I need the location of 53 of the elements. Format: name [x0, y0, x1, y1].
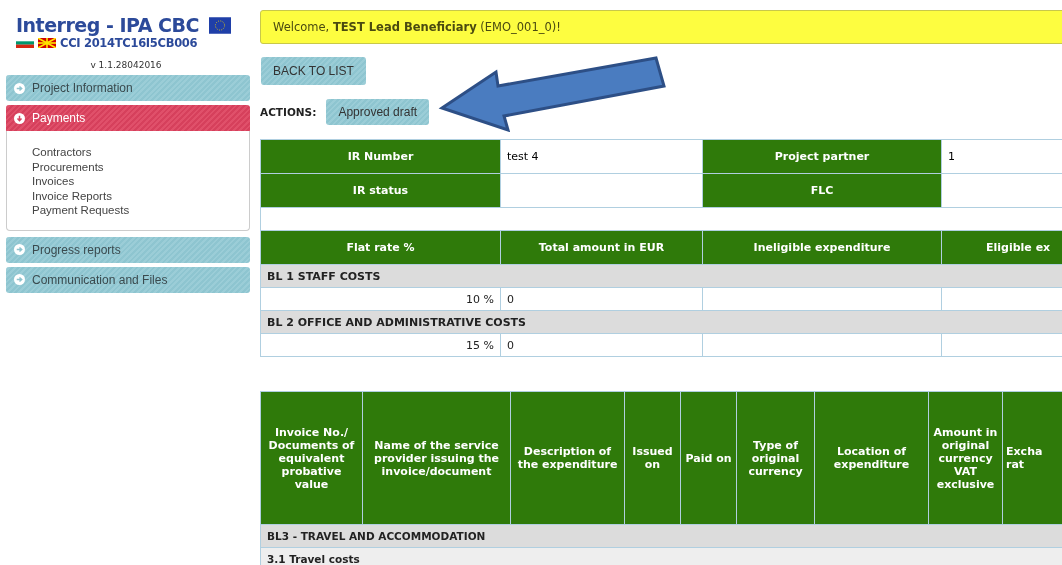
column-header: Paid on — [680, 391, 737, 525]
submenu-link[interactable]: Procurements — [32, 159, 249, 174]
sidebar-item-label: Progress reports — [32, 242, 121, 257]
version-label: v 1.1.28042016 — [89, 60, 163, 70]
bulgaria-flag-icon — [16, 38, 34, 48]
table-header: FLC — [702, 173, 942, 208]
eu-flag-icon — [208, 16, 231, 34]
table-header: IR Number — [260, 139, 501, 174]
column-header: Description of the expenditure — [510, 391, 625, 525]
column-header: Flat rate % — [260, 230, 501, 265]
logo-title: Interreg - IPA CBC — [16, 14, 199, 36]
section-row: BL3 - TRAVEL AND ACCOMMODATION — [260, 524, 1062, 548]
programme-code: CCI 2014TC16I5CB006 — [60, 36, 198, 50]
column-header: Invoice No./ Documents of equivalent probative value — [260, 391, 363, 525]
right-arrow-circle-icon — [14, 82, 25, 94]
table-cell: 10 % — [260, 287, 501, 311]
submenu-link[interactable]: Payment Requests — [32, 203, 249, 218]
right-arrow-circle-icon — [14, 244, 25, 255]
column-header: Eligible ex — [941, 230, 1062, 265]
column-header: Total amount in EUR — [500, 230, 703, 265]
sidebar-item[interactable]: Progress reports — [6, 236, 250, 263]
table-cell: 1 — [941, 139, 1062, 174]
section-row: BL 1 STAFF COSTS — [260, 264, 1062, 288]
column-header: Issued on — [624, 391, 681, 525]
actions-label: ACTIONS: — [260, 106, 317, 118]
submenu-link[interactable]: Contractors — [32, 145, 249, 160]
sidebar-item[interactable]: Payments — [6, 105, 250, 131]
column-header: Ineligible expenditure — [702, 230, 942, 265]
table-header: IR status — [260, 173, 501, 208]
right-arrow-circle-icon — [14, 274, 25, 285]
sidebar-item[interactable]: Project Information — [6, 75, 250, 101]
table-cell: test 4 — [500, 139, 703, 174]
column-header: Location of expenditure — [814, 391, 929, 525]
column-header: Name of the service provider issuing the invoice/document — [362, 391, 511, 525]
submenu-link[interactable]: Invoice Reports — [32, 188, 249, 203]
table-header: Project partner — [702, 139, 942, 174]
approved-draft-button[interactable]: Approved draft — [326, 99, 430, 125]
sidebar-item-label: Project Information — [32, 81, 133, 95]
table-cell: 0 — [500, 333, 703, 357]
table-cell: 15 % — [260, 333, 501, 357]
macedonia-flag-icon — [38, 38, 56, 48]
sidebar-item[interactable]: Communication and Files — [6, 266, 250, 293]
sidebar-item-label: Communication and Files — [32, 272, 168, 287]
column-header: Amount in original currency VAT exclusive — [928, 391, 1003, 525]
column-header: Type of original currency — [736, 391, 815, 525]
back-to-list-button[interactable]: BACK TO LIST — [261, 57, 366, 85]
submenu-link[interactable]: Invoices — [32, 174, 249, 189]
sidebar-item-label: Payments — [32, 111, 86, 125]
down-arrow-circle-icon — [14, 112, 25, 124]
section-row: BL 2 OFFICE AND ADMINISTRATIVE COSTS — [260, 310, 1062, 334]
table-cell: 0 — [500, 287, 703, 311]
column-header: Excha rat — [1002, 391, 1062, 525]
welcome-banner: Welcome, TEST Lead Beneficiary (EMO_001_0)! — [260, 10, 1062, 44]
